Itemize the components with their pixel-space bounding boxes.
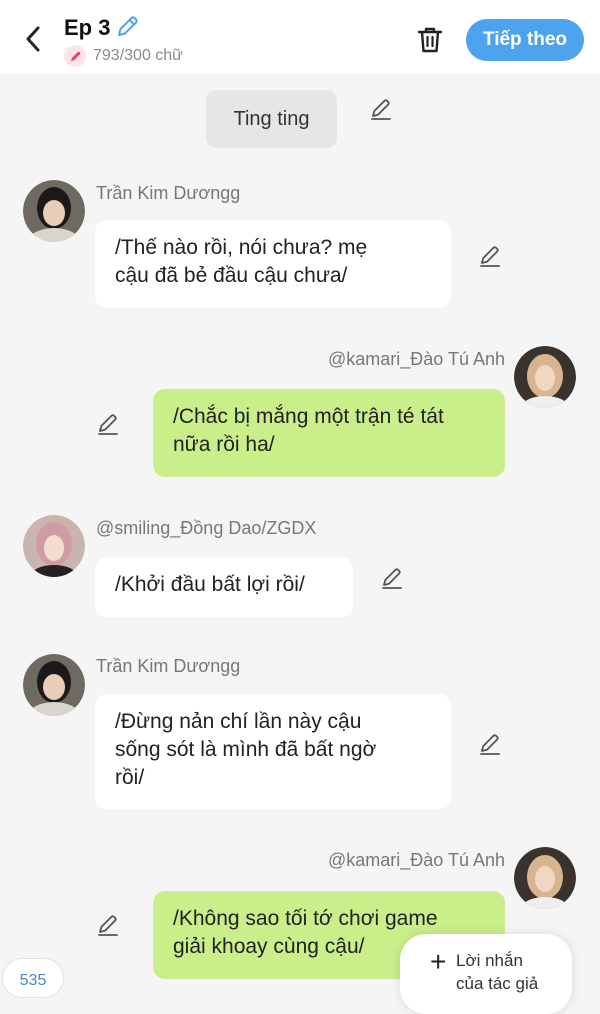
message-bubble[interactable]: /Chắc bị mắng một trận té tát nữa rồi ha… (153, 389, 505, 477)
message-bubble[interactable]: /Đừng nản chí lần này cậu sống sót là mì… (95, 694, 451, 809)
avatar[interactable] (23, 180, 85, 242)
sender-name: Trần Kim Dươngg (96, 183, 241, 203)
author-note-label: Lời nhắn (456, 951, 523, 970)
avatar[interactable] (514, 346, 576, 408)
next-button[interactable]: Tiếp theo (466, 19, 584, 61)
edit-message-icon[interactable] (477, 243, 503, 269)
message-line: /Không sao tối tớ chơi game (173, 907, 438, 930)
sender-name: @smiling_Đồng Dao/ZGDX (96, 518, 317, 538)
plus-icon: + (430, 946, 447, 977)
message-line: /Đừng nản chí lần này cậu (115, 710, 362, 733)
trash-icon[interactable] (414, 24, 446, 56)
narration-bubble[interactable]: Ting ting (206, 90, 337, 148)
avatar[interactable] (514, 847, 576, 909)
sender-name: Trần Kim Dươngg (96, 656, 241, 676)
word-count: 793/300 chữ (64, 45, 183, 67)
edit-message-icon[interactable] (477, 731, 503, 757)
episode-title: Ep 3 (64, 15, 111, 40)
message-line: nữa rồi ha/ (173, 433, 275, 456)
message-bubble[interactable]: /Khởi đầu bất lợi rồi/ (95, 557, 353, 617)
author-note-button[interactable]: + Lời nhắn của tác giả (400, 934, 572, 1014)
message-line: rồi/ (115, 766, 145, 789)
message-line: /Thế nào rồi, nói chưa? mẹ (115, 236, 368, 259)
back-arrow-icon (26, 26, 40, 52)
edit-message-icon[interactable] (95, 411, 121, 437)
pencil-badge-icon (64, 45, 86, 67)
edit-narration-icon[interactable] (368, 96, 394, 122)
back-button[interactable] (18, 24, 48, 54)
message-line: cậu đã bẻ đầu cậu chưa/ (115, 264, 348, 287)
sender-name: @kamari_Đào Tú Anh (327, 349, 505, 369)
word-count-text: 793/300 chữ (93, 47, 183, 64)
edit-message-icon[interactable] (95, 912, 121, 938)
message-line: /Khởi đầu bất lợi rồi/ (115, 573, 305, 596)
author-note-label: của tác giả (456, 974, 539, 993)
avatar[interactable] (23, 654, 85, 716)
message-line: /Chắc bị mắng một trận té tát (173, 405, 444, 428)
avatar[interactable] (23, 515, 85, 577)
sender-name: @kamari_Đào Tú Anh (327, 850, 505, 870)
edit-message-icon[interactable] (379, 565, 405, 591)
header-bar: Ep 3 793/300 chữ Tiếp theo (0, 0, 600, 74)
message-line: sống sót là mình đã bất ngờ (115, 738, 377, 761)
message-bubble[interactable]: /Thế nào rồi, nói chưa? mẹ cậu đã bẻ đầu… (95, 220, 451, 308)
edit-title-icon[interactable] (114, 14, 140, 40)
message-counter: 535 (2, 958, 64, 998)
